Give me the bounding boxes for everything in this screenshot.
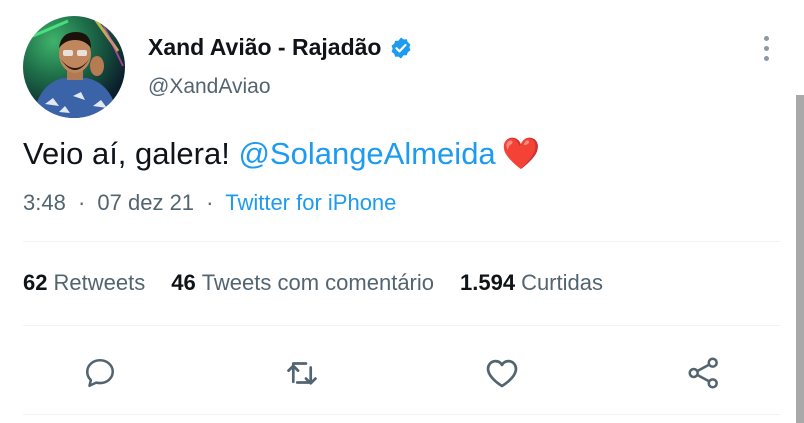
quotes-stat[interactable]: 46 Tweets com comentário: [171, 270, 434, 296]
display-name-text[interactable]: Xand Avião - Rajadão: [148, 34, 381, 61]
retweets-count: 62: [23, 270, 48, 295]
share-icon[interactable]: [684, 353, 724, 393]
likes-label: Curtidas: [521, 270, 603, 295]
divider: [23, 414, 780, 415]
divider: [23, 325, 780, 326]
quotes-count: 46: [171, 270, 196, 295]
tweet-time[interactable]: 3:48: [23, 190, 66, 215]
retweets-stat[interactable]: 62 Retweets: [23, 270, 145, 296]
meta-separator: ·: [206, 190, 214, 215]
heart-emoji-char: ❤️: [501, 136, 541, 171]
tweet-text-body: Veio aí, galera!: [23, 136, 239, 171]
tweet-date[interactable]: 07 dez 21: [97, 190, 194, 215]
quotes-label: Tweets com comentário: [201, 270, 434, 295]
retweet-icon[interactable]: [282, 353, 322, 393]
retweets-label: Retweets: [53, 270, 146, 295]
likes-count: 1.594: [460, 270, 516, 295]
more-vertical-icon[interactable]: [754, 33, 778, 63]
reply-icon[interactable]: [80, 353, 120, 393]
verified-badge-icon: [389, 36, 413, 60]
tweet-actions: [0, 350, 804, 396]
tweet-source-link[interactable]: Twitter for iPhone: [225, 190, 396, 215]
heart-icon[interactable]: [482, 353, 522, 393]
display-name[interactable]: Xand Avião - Rajadão: [148, 34, 413, 61]
meta-separator: ·: [77, 190, 86, 215]
more-dot: [763, 45, 769, 51]
more-dot: [763, 55, 769, 61]
user-handle[interactable]: @XandAviao: [148, 75, 271, 99]
more-dot: [763, 35, 769, 41]
scrollbar-thumb[interactable]: [796, 95, 804, 423]
tweet-text: Veio aí, galera! @SolangeAlmeida ❤️: [23, 134, 540, 174]
heart-emoji: ❤️: [502, 136, 541, 171]
tweet-stats: 62 Retweets 46 Tweets com comentário 1.594…: [23, 270, 603, 296]
divider: [23, 241, 780, 242]
tweet-meta: 3:48 · 07 dez 21 · Twitter for iPhone: [23, 190, 396, 216]
likes-stat[interactable]: 1.594 Curtidas: [460, 270, 603, 296]
avatar[interactable]: [23, 16, 125, 118]
mention-link[interactable]: @SolangeAlmeida: [238, 136, 495, 171]
